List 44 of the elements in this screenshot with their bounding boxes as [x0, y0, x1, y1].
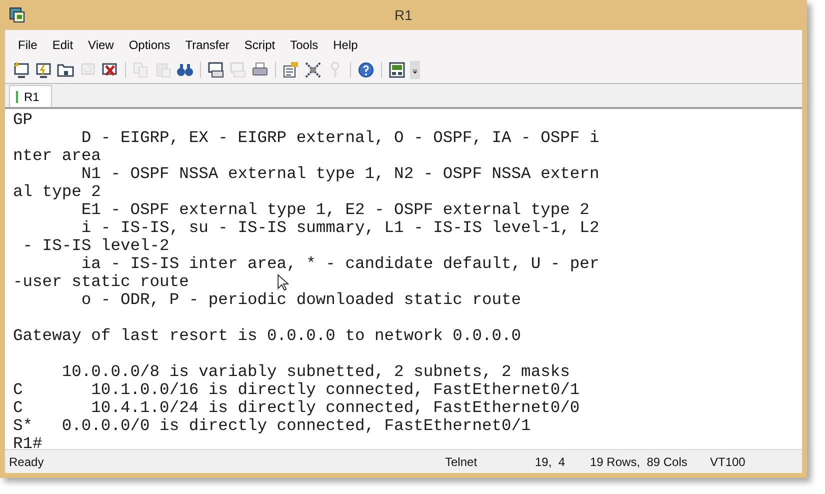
terminal-line: C 10.1.0.0/16 is directly connected, FastEthernet0/1 — [13, 381, 580, 399]
toolbar-icon[interactable] — [304, 60, 322, 78]
status-protocol: Telnet — [445, 454, 478, 468]
session-tab[interactable]: R1 — [9, 85, 52, 107]
terminal-line: ia - IS-IS inter area, * - candidate default, U - per — [80, 255, 600, 273]
terminal-line: nter area — [13, 147, 101, 165]
menu-item[interactable]: Tools — [283, 38, 326, 52]
app-icon — [9, 7, 25, 23]
terminal-line: -user static route — [13, 273, 189, 291]
toolbar-icon[interactable] — [13, 60, 31, 78]
terminal-line: o - ODR, P - periodic downloaded static route — [80, 291, 522, 309]
toolbar-icon[interactable] — [282, 60, 300, 78]
terminal-line: R1# — [13, 435, 42, 449]
terminal-line: D - EIGRP, EX - EIGRP external, O - OSPF, IA - OSPF i — [80, 129, 600, 147]
status-size: 19 Rows, 89 Cols — [590, 454, 688, 468]
menu-item[interactable]: Help — [326, 38, 366, 52]
status-message: Ready — [9, 454, 44, 468]
overflow-button[interactable] — [410, 60, 420, 78]
menu-item[interactable]: Script — [237, 38, 284, 52]
menu-item[interactable]: Options — [122, 38, 178, 52]
terminal-line: al type 2 — [13, 183, 101, 201]
printer-icon[interactable] — [251, 60, 269, 78]
toolbar-icon[interactable] — [207, 60, 225, 78]
terminal-line: C 10.4.1.0/24 is directly connected, FastEthernet0/0 — [13, 399, 580, 417]
status-emulation: VT100 — [710, 454, 746, 468]
terminal-line: Gateway of last resort is 0.0.0.0 to network 0.0.0.0 — [13, 327, 522, 345]
help-icon[interactable] — [357, 60, 375, 78]
terminal-line: - IS-IS level-2 — [22, 237, 170, 255]
terminal-line: 10.0.0.0/8 is variably subnetted, 2 subnets, 2 masks — [60, 363, 570, 381]
menu-item[interactable]: Edit — [45, 38, 82, 52]
terminal-line: S* 0.0.0.0/0 is directly connected, FastEthernet0/1 — [13, 417, 531, 435]
toolbar-icon[interactable] — [388, 60, 406, 78]
window-title: R1 — [394, 7, 412, 23]
terminal-line: GP — [13, 111, 33, 129]
menu-item[interactable]: Transfer — [178, 38, 238, 52]
toolbar-icon[interactable] — [35, 60, 53, 78]
terminal-line: i - IS-IS, su - IS-IS summary, L1 - IS-IS level-1, L2 — [80, 219, 600, 237]
mouse-cursor-icon — [277, 274, 290, 292]
menu-item[interactable]: File — [11, 38, 46, 52]
menu-item[interactable]: View — [81, 38, 122, 52]
status-cursor-position: 19, 4 — [535, 454, 566, 468]
terminal-line: N1 - OSPF NSSA external type 1, N2 - OSPF NSSA extern — [80, 165, 600, 183]
disconnect-icon[interactable] — [101, 60, 119, 78]
terminal-line: E1 - OSPF external type 1, E2 - OSPF external type 2 — [80, 201, 590, 219]
